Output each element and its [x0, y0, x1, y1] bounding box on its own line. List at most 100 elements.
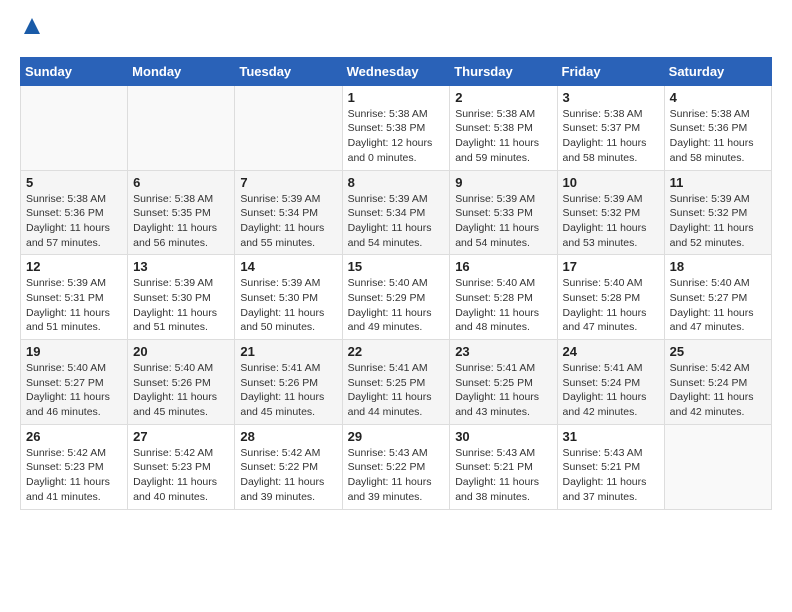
calendar-week-5: 26 Sunrise: 5:42 AM Sunset: 5:23 PM Dayli… — [21, 424, 772, 509]
day-number: 19 — [26, 344, 122, 359]
day-number: 3 — [563, 90, 659, 105]
calendar-week-2: 5Sunrise: 5:38 AM Sunset: 5:36 PM Daylig… — [21, 170, 772, 255]
calendar-cell: 26 Sunrise: 5:42 AM Sunset: 5:23 PM Dayli… — [21, 424, 128, 509]
calendar-cell: 19Sunrise: 5:40 AM Sunset: 5:27 PM Dayli… — [21, 340, 128, 425]
day-number: 5 — [26, 175, 122, 190]
calendar-cell: 24 Sunrise: 5:41 AM Sunset: 5:24 PM Dayli… — [557, 340, 664, 425]
day-info: Sunrise: 5:38 AM Sunset: 5:38 PM Dayligh… — [348, 107, 445, 166]
weekday-header-friday: Friday — [557, 57, 664, 85]
day-info: Sunrise: 5:41 AM Sunset: 5:25 PM Dayligh… — [455, 361, 551, 420]
day-info: Sunrise: 5:39 AM Sunset: 5:32 PM Dayligh… — [670, 192, 766, 251]
calendar-cell — [21, 85, 128, 170]
calendar-week-4: 19Sunrise: 5:40 AM Sunset: 5:27 PM Dayli… — [21, 340, 772, 425]
calendar-cell: 1 Sunrise: 5:38 AM Sunset: 5:38 PM Daylig… — [342, 85, 450, 170]
calendar-week-1: 1 Sunrise: 5:38 AM Sunset: 5:38 PM Daylig… — [21, 85, 772, 170]
day-info: Sunrise: 5:40 AM Sunset: 5:29 PM Dayligh… — [348, 276, 445, 335]
day-info: Sunrise: 5:43 AM Sunset: 5:21 PM Dayligh… — [455, 446, 551, 505]
calendar-cell: 5Sunrise: 5:38 AM Sunset: 5:36 PM Daylig… — [21, 170, 128, 255]
day-number: 15 — [348, 259, 445, 274]
calendar-table: SundayMondayTuesdayWednesdayThursdayFrid… — [20, 57, 772, 510]
day-number: 25 — [670, 344, 766, 359]
calendar-cell: 23Sunrise: 5:41 AM Sunset: 5:25 PM Dayli… — [450, 340, 557, 425]
calendar-cell — [235, 85, 342, 170]
calendar-cell: 25 Sunrise: 5:42 AM Sunset: 5:24 PM Dayli… — [664, 340, 771, 425]
day-info: Sunrise: 5:39 AM Sunset: 5:30 PM Dayligh… — [133, 276, 229, 335]
day-number: 17 — [563, 259, 659, 274]
day-number: 26 — [26, 429, 122, 444]
day-info: Sunrise: 5:41 AM Sunset: 5:25 PM Dayligh… — [348, 361, 445, 420]
day-number: 6 — [133, 175, 229, 190]
day-number: 16 — [455, 259, 551, 274]
day-info: Sunrise: 5:39 AM Sunset: 5:31 PM Dayligh… — [26, 276, 122, 335]
day-number: 14 — [240, 259, 336, 274]
weekday-header-monday: Monday — [128, 57, 235, 85]
calendar-cell: 15 Sunrise: 5:40 AM Sunset: 5:29 PM Dayli… — [342, 255, 450, 340]
day-number: 11 — [670, 175, 766, 190]
day-info: Sunrise: 5:38 AM Sunset: 5:35 PM Dayligh… — [133, 192, 229, 251]
weekday-header-sunday: Sunday — [21, 57, 128, 85]
day-number: 30 — [455, 429, 551, 444]
calendar-cell: 7Sunrise: 5:39 AM Sunset: 5:34 PM Daylig… — [235, 170, 342, 255]
day-number: 24 — [563, 344, 659, 359]
day-info: Sunrise: 5:43 AM Sunset: 5:21 PM Dayligh… — [563, 446, 659, 505]
day-info: Sunrise: 5:38 AM Sunset: 5:36 PM Dayligh… — [670, 107, 766, 166]
day-info: Sunrise: 5:39 AM Sunset: 5:30 PM Dayligh… — [240, 276, 336, 335]
day-number: 31 — [563, 429, 659, 444]
calendar-cell: 18 Sunrise: 5:40 AM Sunset: 5:27 PM Dayli… — [664, 255, 771, 340]
day-number: 4 — [670, 90, 766, 105]
day-info: Sunrise: 5:40 AM Sunset: 5:28 PM Dayligh… — [563, 276, 659, 335]
logo — [20, 20, 42, 41]
day-number: 20 — [133, 344, 229, 359]
calendar-cell: 29 Sunrise: 5:43 AM Sunset: 5:22 PM Dayli… — [342, 424, 450, 509]
calendar-cell: 16Sunrise: 5:40 AM Sunset: 5:28 PM Dayli… — [450, 255, 557, 340]
calendar-cell: 13 Sunrise: 5:39 AM Sunset: 5:30 PM Dayli… — [128, 255, 235, 340]
calendar-cell: 27 Sunrise: 5:42 AM Sunset: 5:23 PM Dayli… — [128, 424, 235, 509]
weekday-header-thursday: Thursday — [450, 57, 557, 85]
weekday-header-saturday: Saturday — [664, 57, 771, 85]
day-number: 28 — [240, 429, 336, 444]
day-info: Sunrise: 5:42 AM Sunset: 5:22 PM Dayligh… — [240, 446, 336, 505]
day-number: 12 — [26, 259, 122, 274]
weekday-header-row: SundayMondayTuesdayWednesdayThursdayFrid… — [21, 57, 772, 85]
day-info: Sunrise: 5:41 AM Sunset: 5:24 PM Dayligh… — [563, 361, 659, 420]
day-number: 21 — [240, 344, 336, 359]
weekday-header-wednesday: Wednesday — [342, 57, 450, 85]
calendar-cell: 11 Sunrise: 5:39 AM Sunset: 5:32 PM Dayli… — [664, 170, 771, 255]
day-info: Sunrise: 5:42 AM Sunset: 5:23 PM Dayligh… — [26, 446, 122, 505]
day-info: Sunrise: 5:41 AM Sunset: 5:26 PM Dayligh… — [240, 361, 336, 420]
logo-icon — [22, 16, 42, 36]
calendar-cell — [664, 424, 771, 509]
day-info: Sunrise: 5:42 AM Sunset: 5:24 PM Dayligh… — [670, 361, 766, 420]
calendar-cell: 12 Sunrise: 5:39 AM Sunset: 5:31 PM Dayli… — [21, 255, 128, 340]
day-number: 2 — [455, 90, 551, 105]
day-info: Sunrise: 5:42 AM Sunset: 5:23 PM Dayligh… — [133, 446, 229, 505]
day-number: 9 — [455, 175, 551, 190]
calendar-cell: 30 Sunrise: 5:43 AM Sunset: 5:21 PM Dayli… — [450, 424, 557, 509]
calendar-cell: 2 Sunrise: 5:38 AM Sunset: 5:38 PM Daylig… — [450, 85, 557, 170]
calendar-cell: 3Sunrise: 5:38 AM Sunset: 5:37 PM Daylig… — [557, 85, 664, 170]
calendar-cell: 21 Sunrise: 5:41 AM Sunset: 5:26 PM Dayli… — [235, 340, 342, 425]
day-info: Sunrise: 5:39 AM Sunset: 5:33 PM Dayligh… — [455, 192, 551, 251]
calendar-cell: 9 Sunrise: 5:39 AM Sunset: 5:33 PM Daylig… — [450, 170, 557, 255]
day-number: 27 — [133, 429, 229, 444]
day-number: 8 — [348, 175, 445, 190]
day-info: Sunrise: 5:39 AM Sunset: 5:32 PM Dayligh… — [563, 192, 659, 251]
day-number: 18 — [670, 259, 766, 274]
calendar-cell: 17 Sunrise: 5:40 AM Sunset: 5:28 PM Dayli… — [557, 255, 664, 340]
calendar-cell — [128, 85, 235, 170]
day-info: Sunrise: 5:43 AM Sunset: 5:22 PM Dayligh… — [348, 446, 445, 505]
day-number: 1 — [348, 90, 445, 105]
calendar-cell: 14 Sunrise: 5:39 AM Sunset: 5:30 PM Dayli… — [235, 255, 342, 340]
calendar-week-3: 12 Sunrise: 5:39 AM Sunset: 5:31 PM Dayli… — [21, 255, 772, 340]
calendar-cell: 28 Sunrise: 5:42 AM Sunset: 5:22 PM Dayli… — [235, 424, 342, 509]
day-info: Sunrise: 5:38 AM Sunset: 5:38 PM Dayligh… — [455, 107, 551, 166]
calendar-cell: 22Sunrise: 5:41 AM Sunset: 5:25 PM Dayli… — [342, 340, 450, 425]
calendar-cell: 31 Sunrise: 5:43 AM Sunset: 5:21 PM Dayli… — [557, 424, 664, 509]
day-number: 13 — [133, 259, 229, 274]
calendar-cell: 4 Sunrise: 5:38 AM Sunset: 5:36 PM Daylig… — [664, 85, 771, 170]
day-number: 29 — [348, 429, 445, 444]
day-info: Sunrise: 5:40 AM Sunset: 5:26 PM Dayligh… — [133, 361, 229, 420]
calendar-cell: 8Sunrise: 5:39 AM Sunset: 5:34 PM Daylig… — [342, 170, 450, 255]
calendar-cell: 6 Sunrise: 5:38 AM Sunset: 5:35 PM Daylig… — [128, 170, 235, 255]
day-info: Sunrise: 5:40 AM Sunset: 5:27 PM Dayligh… — [670, 276, 766, 335]
